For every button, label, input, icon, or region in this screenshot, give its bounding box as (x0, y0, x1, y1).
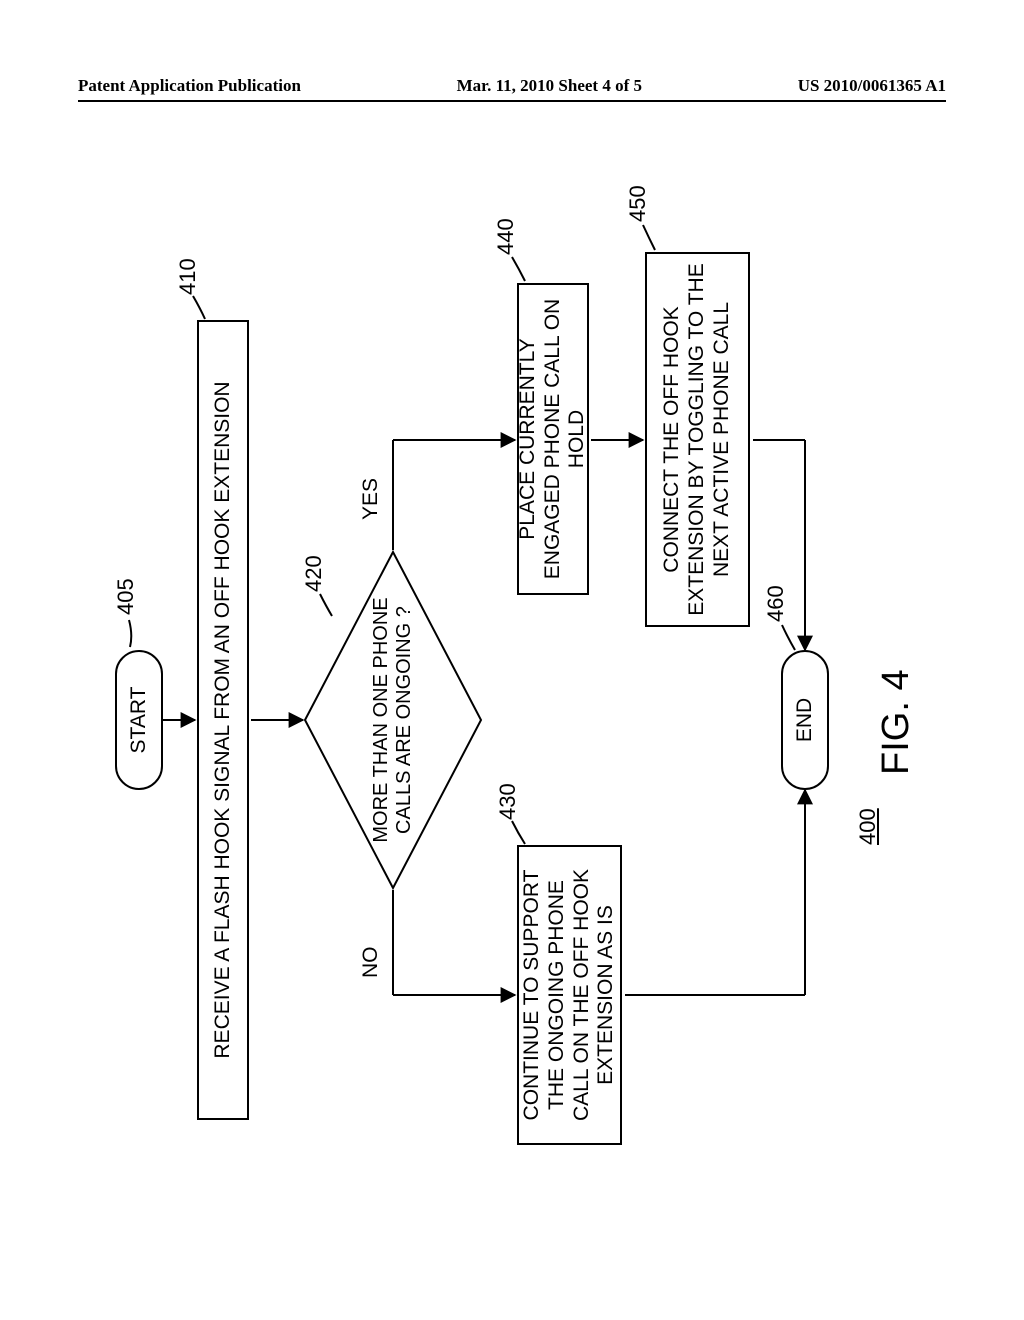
box-430-text: CONTINUE TO SUPPORT THE ONGOING PHONE CA… (520, 855, 619, 1135)
flowchart: START 405 RECEIVE A FLASH HOOK SIGNAL FR… (85, 160, 935, 1210)
end-label: END (793, 698, 818, 742)
box-430: CONTINUE TO SUPPORT THE ONGOING PHONE CA… (517, 845, 622, 1145)
ref-450: 450 (625, 185, 651, 222)
yes-label: YES (359, 478, 383, 520)
box-450-text: CONNECT THE OFF HOOK EXTENSION BY TOGGLI… (660, 262, 734, 617)
header-rule (78, 100, 946, 102)
header-right: US 2010/0061365 A1 (798, 76, 946, 96)
ref-400: 400 (855, 808, 881, 845)
ref-405: 405 (113, 578, 139, 615)
box-440-text: PLACE CURRENTLY ENGAGED PHONE CALL ON HO… (516, 293, 590, 585)
page-header: Patent Application Publication Mar. 11, … (78, 76, 946, 96)
start-terminator: START (115, 650, 163, 790)
box-450: CONNECT THE OFF HOOK EXTENSION BY TOGGLI… (645, 252, 750, 627)
start-label: START (127, 687, 152, 754)
box-410: RECEIVE A FLASH HOOK SIGNAL FROM AN OFF … (197, 320, 249, 1120)
ref-440: 440 (493, 218, 519, 255)
decision-420-text: MORE THAN ONE PHONE CALLS ARE ONGOING ? (303, 550, 483, 890)
ref-410: 410 (175, 258, 201, 295)
header-left: Patent Application Publication (78, 76, 301, 96)
box-410-text: RECEIVE A FLASH HOOK SIGNAL FROM AN OFF … (211, 381, 236, 1058)
figure-caption: FIG. 4 (875, 669, 918, 775)
end-terminator: END (781, 650, 829, 790)
ref-430: 430 (495, 783, 521, 820)
ref-420: 420 (301, 555, 327, 592)
ref-460: 460 (763, 585, 789, 622)
box-440: PLACE CURRENTLY ENGAGED PHONE CALL ON HO… (517, 283, 589, 595)
figure-area: START 405 RECEIVE A FLASH HOOK SIGNAL FR… (75, 135, 945, 1235)
header-center: Mar. 11, 2010 Sheet 4 of 5 (457, 76, 642, 96)
no-label: NO (359, 947, 383, 979)
decision-420: MORE THAN ONE PHONE CALLS ARE ONGOING ? (303, 550, 483, 890)
